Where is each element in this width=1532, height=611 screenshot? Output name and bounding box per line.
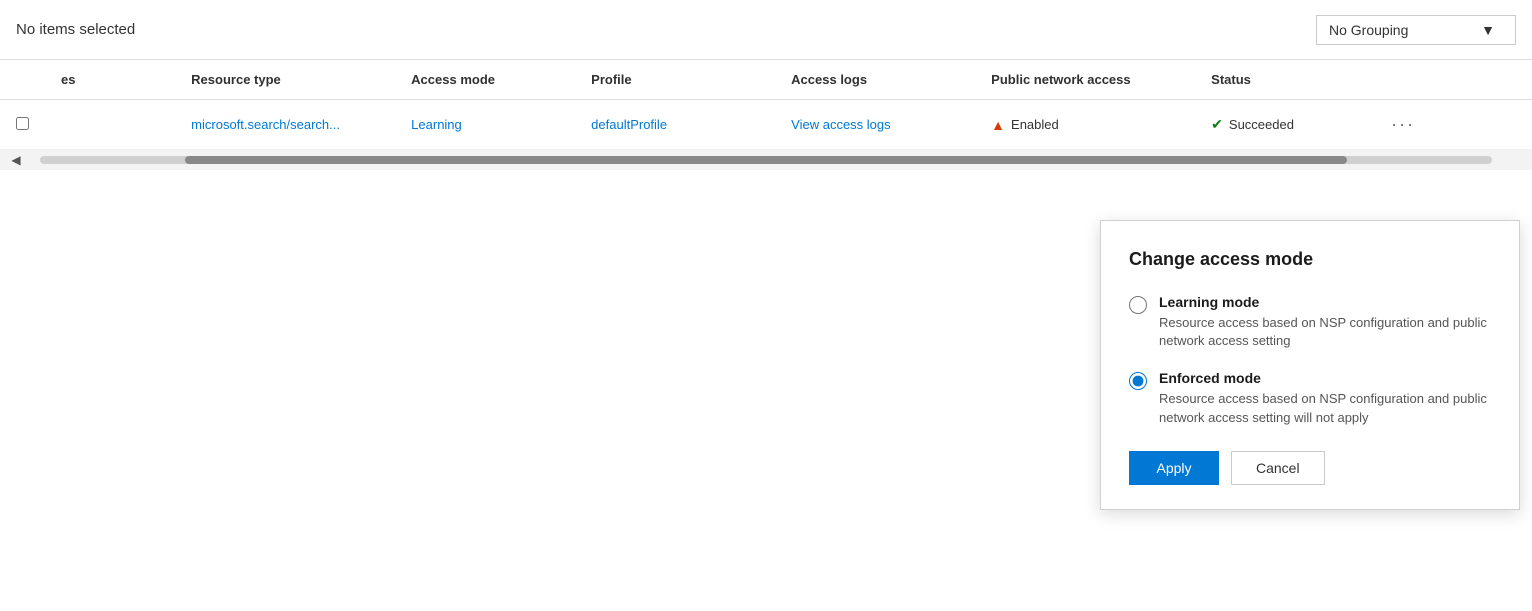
learning-mode-title: Learning mode xyxy=(1159,294,1491,310)
change-access-mode-panel: Change access mode Learning mode Resourc… xyxy=(1100,220,1520,510)
top-bar: No items selected No Grouping ▼ xyxy=(0,0,1532,60)
popup-title: Change access mode xyxy=(1129,249,1491,270)
col-header-resource-type: Resource type xyxy=(175,60,395,100)
warning-icon: ▲ xyxy=(991,117,1005,133)
scrollbar-thumb[interactable] xyxy=(185,156,1347,164)
resource-type-link[interactable]: microsoft.search/search... xyxy=(191,117,340,132)
enforced-mode-desc: Resource access based on NSP configurati… xyxy=(1159,390,1491,426)
no-items-label: No items selected xyxy=(16,21,135,38)
col-header-actions xyxy=(1375,60,1532,100)
scrollbar-track[interactable] xyxy=(40,156,1492,164)
row-checkbox-cell[interactable] xyxy=(0,100,45,150)
col-header-status: Status xyxy=(1195,60,1375,100)
enabled-label: Enabled xyxy=(1011,117,1059,132)
row-es-cell xyxy=(45,100,175,150)
col-header-profile: Profile xyxy=(575,60,775,100)
enforced-mode-radio[interactable] xyxy=(1129,372,1147,390)
scroll-left-button[interactable]: ◀ xyxy=(0,150,32,170)
learning-mode-option: Learning mode Resource access based on N… xyxy=(1129,294,1491,350)
table-container: es Resource type Access mode Profile Acc… xyxy=(0,60,1532,150)
row-profile[interactable]: defaultProfile xyxy=(575,100,775,150)
row-more-cell[interactable]: ··· xyxy=(1375,100,1532,150)
main-table: es Resource type Access mode Profile Acc… xyxy=(0,60,1532,150)
learning-mode-radio[interactable] xyxy=(1129,296,1147,314)
access-logs-link[interactable]: View access logs xyxy=(791,117,890,132)
row-status: ✔ Succeeded xyxy=(1195,100,1375,150)
col-header-public-network-access: Public network access xyxy=(975,60,1195,100)
cancel-button[interactable]: Cancel xyxy=(1231,451,1325,485)
enforced-mode-label-group: Enforced mode Resource access based on N… xyxy=(1159,370,1491,426)
success-icon: ✔ xyxy=(1211,116,1223,133)
horizontal-scrollbar[interactable]: ◀ xyxy=(0,150,1532,170)
profile-link[interactable]: defaultProfile xyxy=(591,117,667,132)
col-header-checkbox xyxy=(0,60,45,100)
col-header-es: es xyxy=(45,60,175,100)
row-checkbox[interactable] xyxy=(16,117,29,130)
popup-actions: Apply Cancel xyxy=(1129,451,1491,485)
learning-mode-label-group: Learning mode Resource access based on N… xyxy=(1159,294,1491,350)
learning-mode-desc: Resource access based on NSP configurati… xyxy=(1159,314,1491,350)
table-row: microsoft.search/search... Learning defa… xyxy=(0,100,1532,150)
status-label: Succeeded xyxy=(1229,117,1294,132)
apply-button[interactable]: Apply xyxy=(1129,451,1219,485)
enforced-mode-title: Enforced mode xyxy=(1159,370,1491,386)
grouping-dropdown[interactable]: No Grouping ▼ xyxy=(1316,15,1516,45)
row-access-logs[interactable]: View access logs xyxy=(775,100,975,150)
col-header-access-mode: Access mode xyxy=(395,60,575,100)
grouping-label: No Grouping xyxy=(1329,22,1408,38)
row-access-mode[interactable]: Learning xyxy=(395,100,575,150)
more-options-icon[interactable]: ··· xyxy=(1391,114,1415,134)
col-header-access-logs: Access logs xyxy=(775,60,975,100)
row-resource-type[interactable]: microsoft.search/search... xyxy=(175,100,395,150)
chevron-down-icon: ▼ xyxy=(1481,22,1495,38)
enforced-mode-option: Enforced mode Resource access based on N… xyxy=(1129,370,1491,426)
row-public-network-access: ▲ Enabled xyxy=(975,100,1195,150)
access-mode-link[interactable]: Learning xyxy=(411,117,462,132)
